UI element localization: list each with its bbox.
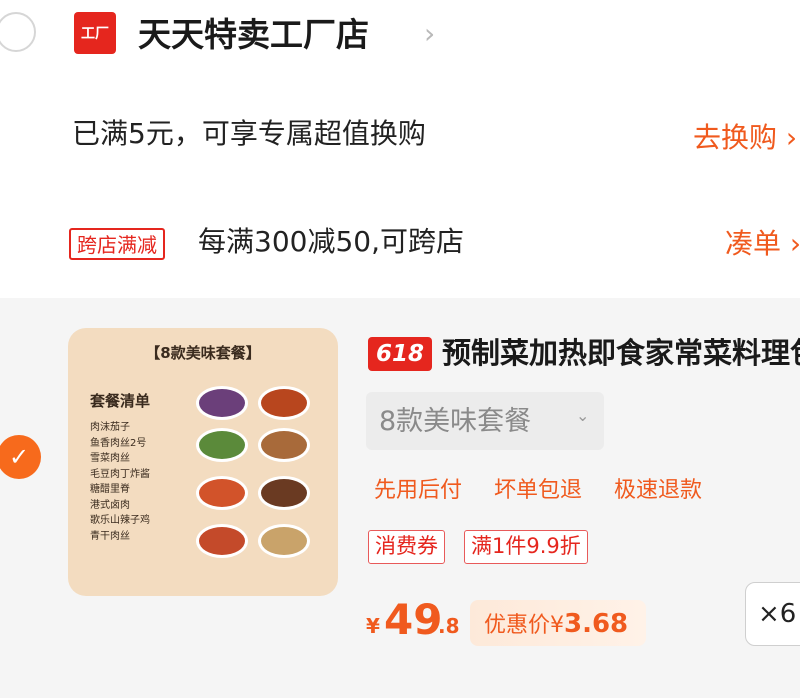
image-list-item: 肉沫茄子 bbox=[90, 422, 130, 433]
price-currency: ¥ bbox=[366, 614, 380, 638]
shop-name[interactable]: 天天特卖工厂店 bbox=[138, 12, 369, 58]
cross-store-tag: 跨店满减 bbox=[69, 228, 165, 260]
promo-618-badge: 618 bbox=[368, 337, 433, 371]
go-exchange-link[interactable]: 去换购 › bbox=[693, 118, 797, 158]
service-tag: 极速退款 bbox=[614, 478, 703, 503]
discount-price: 优惠价¥3.68 bbox=[484, 606, 628, 644]
image-list-item: 雪菜肉丝 bbox=[90, 453, 130, 464]
dish-photo bbox=[258, 476, 310, 510]
chevron-down-icon[interactable]: ⌄ bbox=[576, 406, 589, 425]
dish-photo bbox=[196, 386, 248, 420]
image-list-item: 歌乐山辣子鸡 bbox=[90, 515, 150, 526]
discount-label: 优惠价¥ bbox=[484, 613, 564, 638]
dish-photo bbox=[258, 524, 310, 558]
product-title[interactable]: 预制菜加热即食家常菜料理包 bbox=[442, 332, 800, 374]
dish-photo bbox=[258, 428, 310, 462]
quantity-value[interactable]: ×6 bbox=[758, 596, 796, 632]
image-list-title: 套餐清单 bbox=[90, 392, 151, 410]
dish-photo bbox=[196, 428, 248, 462]
service-tag: 先用后付 bbox=[374, 478, 463, 503]
price-integer: 49 bbox=[384, 595, 443, 644]
image-list: 肉沫茄子 鱼香肉丝2号 雪菜肉丝 毛豆肉丁炸酱 糖醋里脊 港式卤肉 歌乐山辣子鸡… bbox=[90, 420, 150, 544]
dish-photo bbox=[196, 524, 248, 558]
image-list-item: 鱼香肉丝2号 bbox=[90, 437, 147, 449]
discount-value: 3.68 bbox=[564, 609, 629, 639]
image-list-item: 糖醋里脊 bbox=[90, 484, 130, 495]
product-image[interactable]: 【8款美味套餐】 套餐清单 肉沫茄子 鱼香肉丝2号 雪菜肉丝 毛豆肉丁炸酱 糖醋… bbox=[68, 328, 338, 596]
dish-photo bbox=[258, 386, 310, 420]
image-list-item: 港式卤肉 bbox=[90, 499, 130, 511]
add-items-link[interactable]: 凑单 › bbox=[725, 224, 800, 264]
coupon-tag: 满1件9.9折 bbox=[464, 530, 588, 564]
image-title: 【8款美味套餐】 bbox=[145, 344, 261, 362]
chevron-right-icon[interactable]: › bbox=[424, 16, 435, 52]
exchange-promo-text: 已满5元，可享专属超值换购 bbox=[72, 117, 426, 150]
image-list-item: 毛豆肉丁炸酱 bbox=[90, 468, 150, 480]
image-list-item: 青干肉丝 bbox=[90, 530, 130, 542]
cross-store-text: 每满300减50,可跨店 bbox=[198, 225, 464, 258]
shop-logo: 工厂 bbox=[74, 12, 116, 54]
shop-select-radio[interactable] bbox=[0, 12, 36, 52]
dish-photo bbox=[196, 476, 248, 510]
coupon-tag: 消费券 bbox=[368, 530, 445, 564]
service-tag: 坏单包退 bbox=[494, 478, 583, 503]
spec-value[interactable]: 8款美味套餐 bbox=[379, 402, 531, 442]
price-decimal: .8 bbox=[438, 614, 460, 638]
